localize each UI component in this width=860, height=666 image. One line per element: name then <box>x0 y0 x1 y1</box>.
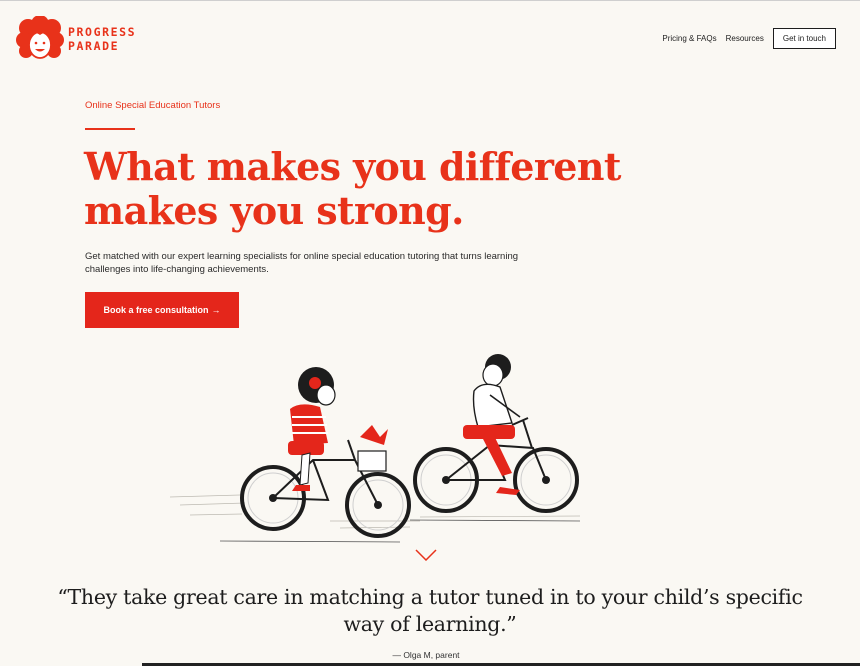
book-consultation-button[interactable]: Book a free consultation → <box>85 292 239 328</box>
page: PROGRESS PARADE Pricing & FAQs Resources… <box>0 0 860 666</box>
brand-line2: PARADE <box>68 39 120 53</box>
testimonial-attribution: — Olga M, parent <box>392 650 460 660</box>
hero-eyebrow: Online Special Education Tutors <box>85 100 221 111</box>
headline-line2: makes you strong. <box>84 188 464 233</box>
brand-logo[interactable]: PROGRESS PARADE <box>16 16 146 62</box>
main-nav: Pricing & FAQs Resources Get in touch <box>662 28 836 49</box>
brand-wordmark: PROGRESS PARADE <box>68 25 136 53</box>
hero-headline: What makes you different makes you stron… <box>84 145 621 233</box>
nav-link-resources[interactable]: Resources <box>726 34 764 43</box>
headline-line1: What makes you different <box>84 144 621 189</box>
button-label: Book a free consultation <box>103 305 209 315</box>
top-border <box>0 0 860 1</box>
eyebrow-divider <box>85 128 135 130</box>
get-in-touch-button[interactable]: Get in touch <box>772 28 836 49</box>
chevron-down-icon[interactable] <box>415 549 437 561</box>
bicycles-illustration <box>169 354 581 543</box>
curly-hair-face-icon <box>16 16 64 59</box>
arrow-right-icon: → <box>211 305 221 315</box>
hero-description: Get matched with our expert learning spe… <box>85 251 519 275</box>
testimonial-quote: “They take great care in matching a tuto… <box>57 585 803 636</box>
nav-link-pricing[interactable]: Pricing & FAQs <box>662 34 716 43</box>
brand-line1: PROGRESS <box>68 25 137 39</box>
